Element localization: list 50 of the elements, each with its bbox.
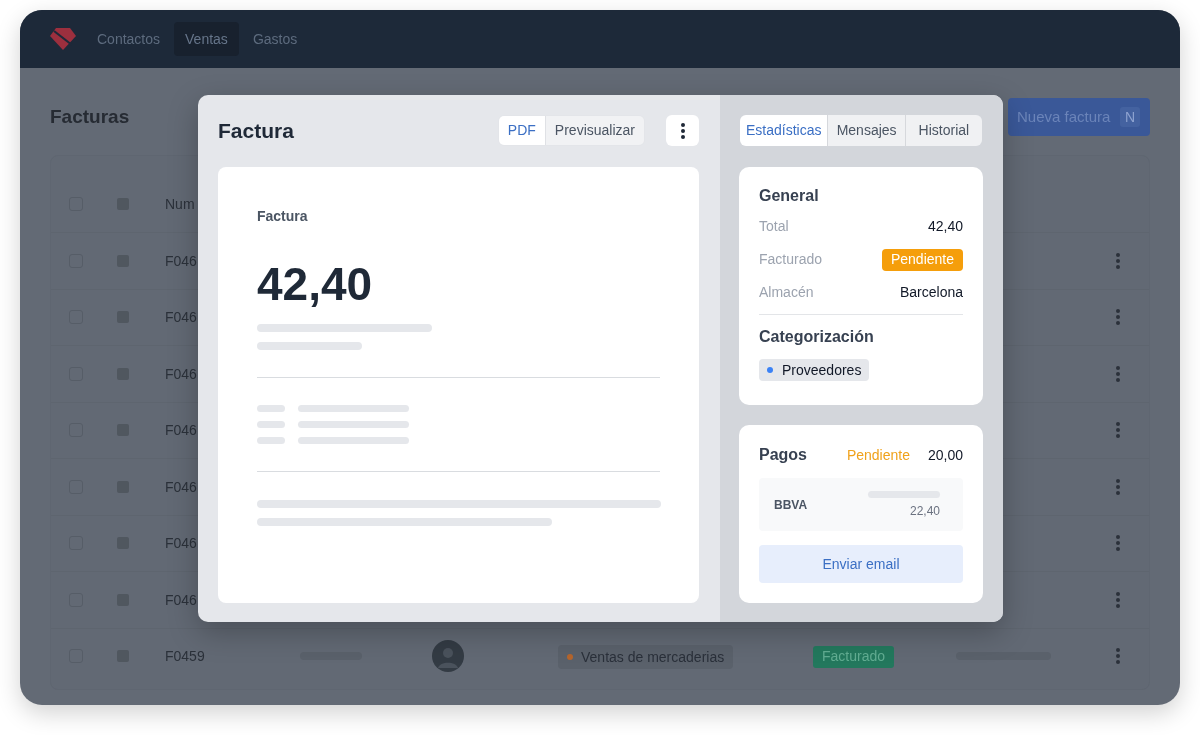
vertical-dots-icon [1116, 648, 1120, 665]
invoice-number: F046 [165, 422, 197, 439]
vertical-dots-icon [1116, 365, 1120, 382]
status-badge: Facturado [813, 645, 895, 668]
field-value: Barcelona [899, 283, 963, 302]
dialog-title: Factura [218, 117, 294, 144]
nav-tab[interactable]: Gastos [241, 22, 309, 56]
field-label: Facturado [759, 250, 823, 269]
tab[interactable]: Historial [904, 115, 982, 146]
nav-tab[interactable]: Contactos [86, 22, 172, 56]
invoice-number: F046 [165, 309, 197, 326]
invoice-number: F046 [165, 591, 197, 608]
column-header: Num [165, 194, 195, 214]
vertical-dots-icon [1116, 309, 1120, 326]
invoice-number: F046 [165, 365, 197, 382]
vertical-dots-icon [1116, 478, 1120, 495]
vertical-dots-icon [680, 122, 685, 139]
document-title: Factura [257, 207, 309, 226]
category-label: Proveedores [782, 360, 862, 380]
field-value: 42,40 [927, 217, 963, 236]
avatar [432, 640, 464, 673]
field-label: Total [759, 217, 789, 236]
vertical-dots-icon [1116, 422, 1120, 439]
section-title: General [759, 186, 820, 206]
vertical-dots-icon [1116, 591, 1120, 608]
field-label: Almacén [759, 283, 814, 302]
view-tab[interactable]: PDF [498, 116, 545, 145]
entry-amount: 22,40 [909, 504, 940, 518]
vertical-dots-icon [1116, 535, 1120, 552]
page-title: Facturas [50, 104, 130, 129]
section-title: Categorización [759, 327, 875, 347]
section-title: Pagos [759, 445, 807, 465]
more-button[interactable] [666, 115, 699, 146]
payment-amount: 20,00 [927, 445, 963, 465]
send-email-button[interactable]: Enviar email [759, 545, 963, 583]
tab[interactable]: Mensajes [827, 115, 905, 146]
tab[interactable]: Estadísticas [740, 115, 828, 146]
gem-icon [50, 28, 76, 50]
invoice-number: F046 [165, 535, 197, 552]
bank-name: BBVA [774, 496, 808, 514]
view-tab[interactable]: Previsualizar [544, 116, 644, 145]
status-badge: Pendiente [881, 248, 963, 271]
vertical-dots-icon [1116, 252, 1120, 269]
document-amount: 42,40 [257, 261, 374, 307]
payment-status: Pendiente [846, 445, 910, 465]
invoice-number: F046 [165, 252, 197, 269]
shortcut-key: N [1120, 107, 1140, 127]
nav-tab[interactable]: Ventas [174, 22, 239, 56]
invoice-number: F0459 [165, 648, 205, 665]
invoice-number: F046 [165, 478, 197, 495]
